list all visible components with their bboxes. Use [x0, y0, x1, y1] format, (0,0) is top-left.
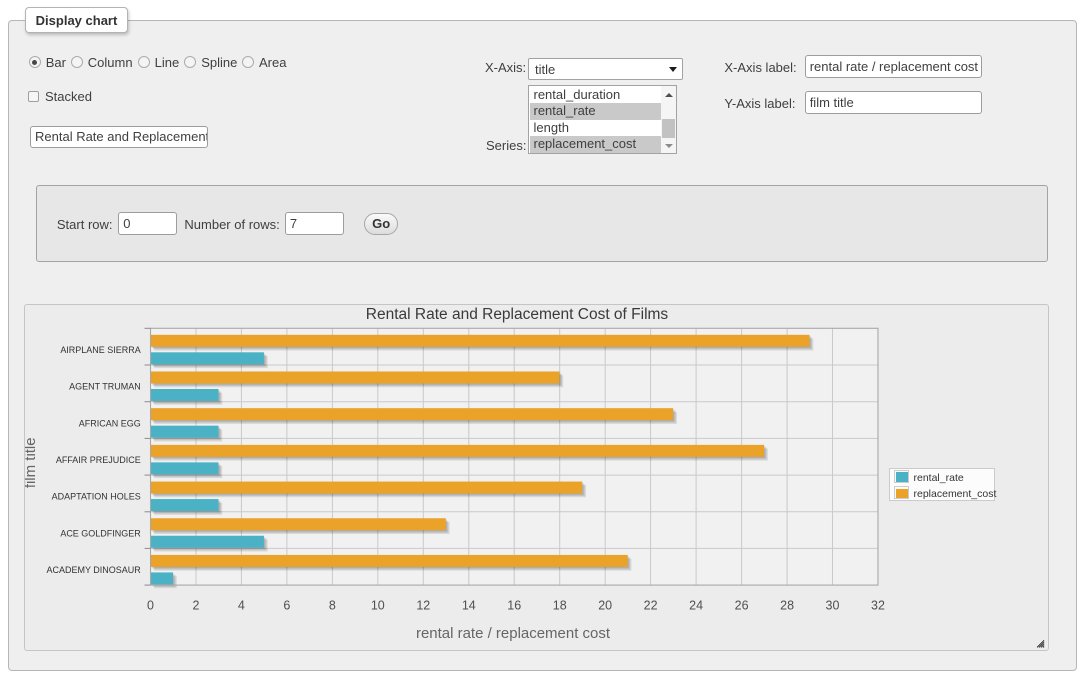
svg-text:film title: film title	[25, 438, 39, 489]
svg-text:18: 18	[553, 599, 567, 613]
svg-text:AIRPLANE SIERRA: AIRPLANE SIERRA	[60, 345, 140, 355]
svg-text:0: 0	[147, 599, 154, 613]
svg-text:20: 20	[598, 599, 612, 613]
svg-text:ACE GOLDFINGER: ACE GOLDFINGER	[60, 529, 141, 539]
svg-text:AFRICAN EGG: AFRICAN EGG	[79, 418, 141, 428]
svg-text:26: 26	[735, 599, 749, 613]
svg-text:ACADEMY DINOSAUR: ACADEMY DINOSAUR	[47, 565, 142, 575]
svg-text:rental rate / replacement cost: rental rate / replacement cost	[416, 625, 611, 642]
svg-text:ADAPTATION HOLES: ADAPTATION HOLES	[52, 492, 141, 502]
svg-text:AGENT TRUMAN: AGENT TRUMAN	[69, 382, 141, 392]
svg-text:6: 6	[283, 599, 290, 613]
svg-text:AFFAIR PREJUDICE: AFFAIR PREJUDICE	[56, 455, 141, 465]
svg-text:22: 22	[644, 599, 658, 613]
svg-text:8: 8	[329, 599, 336, 613]
svg-text:16: 16	[507, 599, 521, 613]
svg-text:2: 2	[193, 599, 200, 613]
svg-text:24: 24	[689, 599, 703, 613]
svg-text:32: 32	[871, 599, 885, 613]
svg-text:14: 14	[462, 599, 476, 613]
svg-text:10: 10	[371, 599, 385, 613]
svg-text:12: 12	[416, 599, 430, 613]
svg-text:30: 30	[826, 599, 840, 613]
svg-text:4: 4	[238, 599, 245, 613]
svg-text:28: 28	[780, 599, 794, 613]
